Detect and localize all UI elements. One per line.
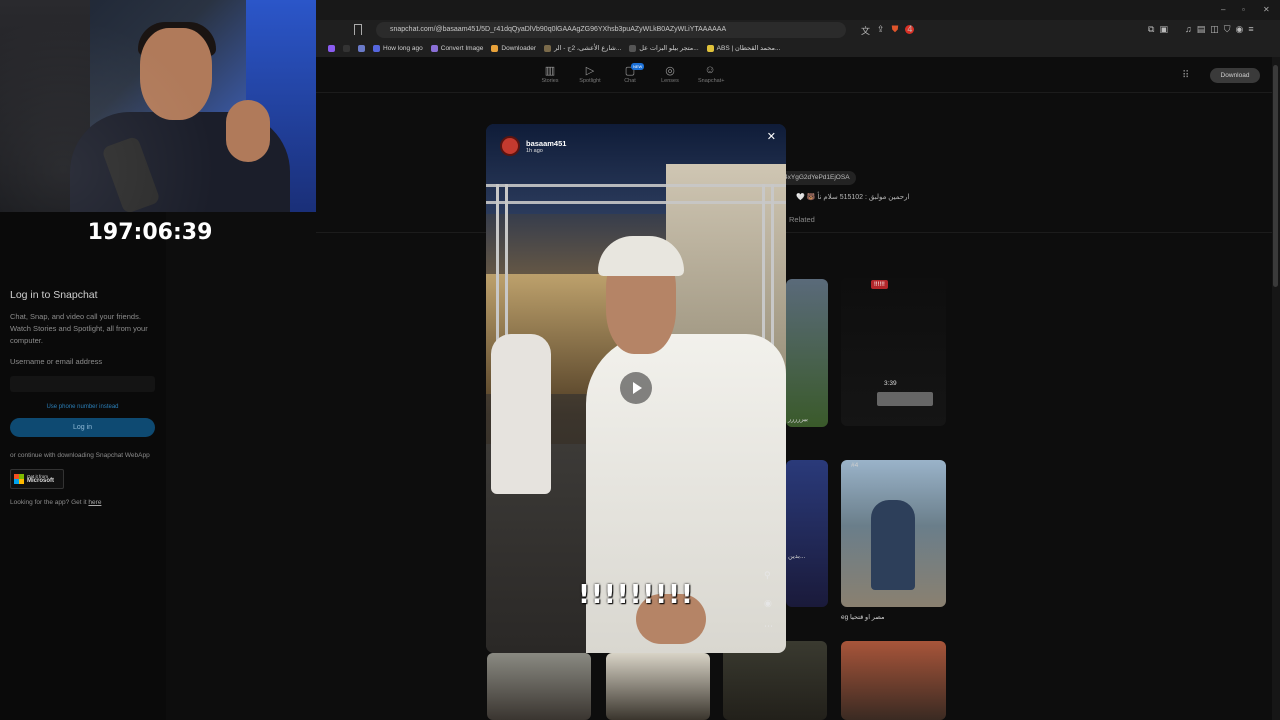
nav-lenses[interactable]: ◎ Lenses (658, 64, 682, 84)
profile-icon[interactable]: ◉ (1236, 24, 1244, 35)
story-timestamp: 1h ago (526, 147, 543, 154)
c-icon (343, 44, 350, 52)
extensions-icon[interactable]: ⧉ (1148, 24, 1154, 35)
avatar[interactable] (500, 136, 520, 156)
story-caption: !!!!!!!!! (578, 580, 694, 610)
title-bar: – ▫ ✕ (316, 0, 1280, 20)
sound-icon[interactable]: ◉ (764, 598, 772, 609)
profile-tag[interactable]: 4xYgG2dYePd1EjOSA (778, 171, 856, 185)
stories-icon: ▥ (544, 65, 556, 77)
download-button[interactable]: Download (1210, 68, 1260, 83)
screenshot-icon[interactable]: ▣ (1159, 24, 1168, 35)
spotlight-thumbnail[interactable] (487, 653, 591, 720)
phone-login-link[interactable]: Use phone number instead (10, 404, 155, 410)
username-label: Username or email address (10, 357, 103, 366)
play-icon[interactable] (620, 372, 652, 404)
close-window-icon[interactable]: ✕ (1263, 5, 1270, 14)
stream-timer: 197:06:39 (87, 220, 213, 245)
top-nav: ▥ Stories ▷ Spotlight ▢ Chat ◎ Lenses ☺ Snapc… (316, 57, 1272, 93)
bookmark-snap[interactable] (328, 44, 335, 52)
spotlight-thumbnail[interactable] (606, 653, 710, 720)
continue-text: or continue with downloading Snapchat We… (10, 451, 150, 459)
wallet-icon[interactable]: ◫ (1210, 24, 1219, 35)
bookmark-how-long-ago[interactable]: How long ago (373, 44, 423, 52)
lenses-icon: ◎ (665, 65, 675, 77)
bookmark-store[interactable]: متجر بيلو البزات عل... (629, 44, 699, 52)
scroll-thumb[interactable] (1273, 65, 1278, 287)
apps-grid-icon[interactable]: ⠿ (1182, 70, 1189, 81)
media-icon[interactable]: ♫ (1185, 24, 1192, 35)
address-bar[interactable]: snapchat.com/@basaam451/5D_r41dqQyaDlVb9… (376, 22, 846, 38)
link-icon[interactable]: ⚲ (764, 570, 771, 581)
translate-icon[interactable]: 文 (861, 24, 870, 37)
get-app-text: Looking for the app? Get it here (10, 498, 102, 506)
close-icon[interactable]: ✕ (767, 130, 776, 143)
story-viewer[interactable]: basaam451 1h ago ✕ !!!!!!!!! ⚲ ◉ ⋯ (486, 124, 786, 653)
chat-new-badge: NEW (631, 63, 645, 70)
webcam-overlay (0, 0, 316, 212)
notification-icon[interactable]: 4 (905, 24, 915, 37)
bookmarks-bar: How long ago Convert Image Downloader شا… (328, 41, 780, 55)
nav-spotlight[interactable]: ▷ Spotlight (578, 64, 602, 84)
bookmark-downloader[interactable]: Downloader (491, 44, 536, 52)
s-icon (328, 44, 335, 52)
bookmark-street[interactable]: شارع الأعشى، 2ج - الر... (544, 44, 621, 52)
page-scrollbar[interactable] (1272, 57, 1280, 720)
profile-bio: 🤍 🐻 ارحمين مولبق : 515102 سلام نأ (796, 194, 910, 201)
link-icon (358, 44, 365, 52)
story-header: basaam451 1h ago (500, 136, 566, 156)
spotlight-thumbnail[interactable] (841, 641, 946, 720)
nav-stories[interactable]: ▥ Stories (538, 64, 562, 84)
share-icon[interactable]: ⇪ (877, 24, 885, 37)
vpn-icon[interactable]: ⛉ (1224, 24, 1231, 35)
browser-chrome: – ▫ ✕ snapchat.com/@basaam451/5D_r41dqQy… (316, 0, 1280, 57)
bookmark-link[interactable] (358, 44, 365, 52)
notification-badge: 4 (905, 24, 915, 34)
login-description: Chat, Snap, and video call your friends.… (10, 312, 148, 345)
bookmark-abs[interactable]: ABS | محمد القحطان... (706, 44, 780, 52)
minimize-icon[interactable]: – (1221, 5, 1225, 14)
login-title: Log in to Snapchat (10, 289, 98, 301)
login-panel: Log in to Snapchat Chat, Snap, and video… (10, 289, 160, 506)
menu-icon[interactable]: ≡ (1248, 24, 1253, 35)
bookmark-convert-image[interactable]: Convert Image (430, 44, 483, 52)
spotlight-thumbnail[interactable]: بدين... (786, 460, 828, 607)
brave-shield-icon[interactable]: ⛊ (892, 24, 899, 37)
snapchat-plus-icon: ☺ (704, 64, 716, 76)
spotlight-thumbnail[interactable]: بيررررر (786, 279, 828, 427)
spotlight-thumbnail[interactable]: !!!!!! 3:39 (841, 278, 946, 426)
bookmark-star-icon[interactable] (354, 24, 362, 35)
microsoft-logo-icon (14, 473, 24, 484)
snapchat-page: ▥ Stories ▷ Spotlight ▢ Chat ◎ Lenses ☺ Snapc… (316, 57, 1280, 720)
thumbnail-caption: eg مصر او قتحيا (841, 614, 885, 621)
screen: 197:06:39 Log in to Snapchat Chat, Snap,… (0, 0, 1280, 720)
get-app-link[interactable]: here (88, 499, 101, 506)
nav-snapchat-plus[interactable]: ☺ Snapchat+ (698, 64, 724, 84)
username-input[interactable] (10, 375, 155, 392)
spotlight-thumbnail[interactable]: #4 (841, 460, 946, 607)
microsoft-store-badge[interactable]: Get it from Microsoft (10, 468, 64, 489)
spotlight-icon: ▷ (585, 65, 595, 77)
tab-related[interactable]: Related (789, 215, 815, 224)
login-button[interactable]: Log in (10, 417, 155, 437)
story-username[interactable]: basaam451 (526, 139, 566, 148)
bookmark-c[interactable] (343, 44, 350, 52)
more-options-icon[interactable]: ⋯ (764, 621, 773, 632)
maximize-icon[interactable]: ▫ (1242, 5, 1245, 14)
sidebar-icon[interactable]: ▤ (1197, 24, 1206, 35)
